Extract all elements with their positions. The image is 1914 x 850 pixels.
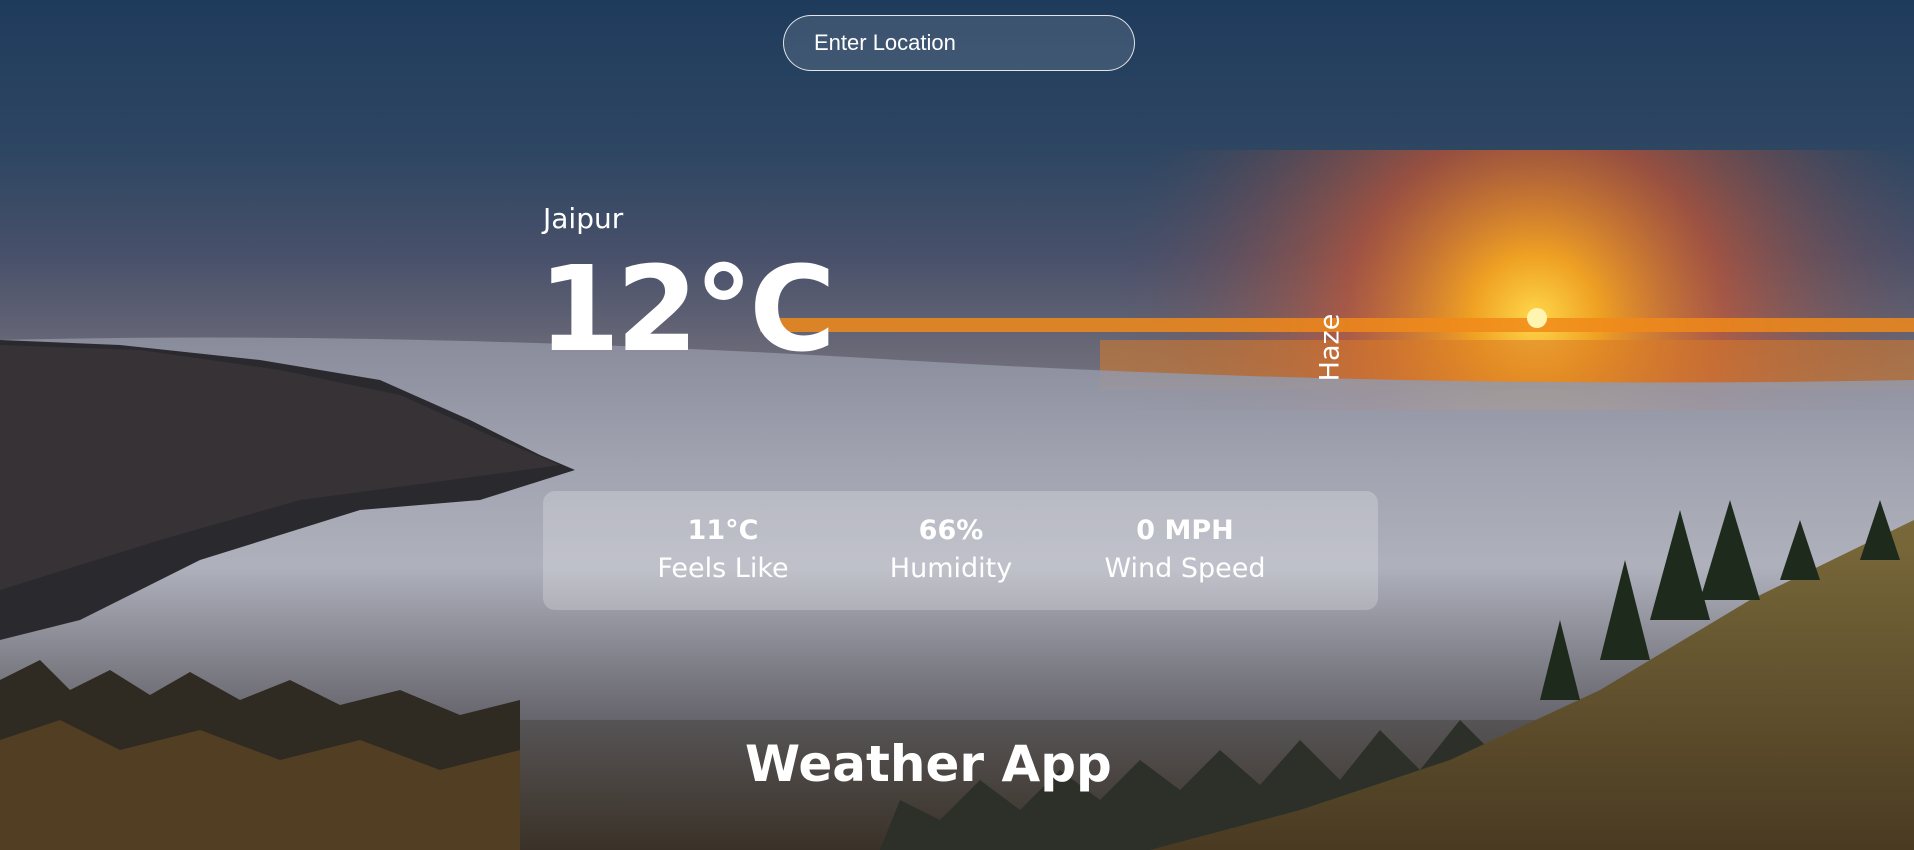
wind-speed-stat: 0 MPH Wind Speed	[1085, 513, 1285, 589]
humidity-value: 66%	[918, 515, 984, 546]
feels-like-value: 11°C	[687, 515, 759, 546]
wind-speed-value: 0 MPH	[1136, 515, 1234, 546]
weather-condition: Haze	[1314, 313, 1346, 382]
feels-like-label: Feels Like	[657, 553, 789, 584]
app-title: Weather App	[745, 735, 1112, 793]
background-landscape	[0, 0, 1914, 850]
humidity-label: Humidity	[889, 553, 1013, 584]
wind-speed-label: Wind Speed	[1104, 553, 1266, 584]
weather-stats-panel: 11°C Feels Like 66% Humidity 0 MPH Wind …	[543, 491, 1378, 610]
feels-like-stat: 11°C Feels Like	[653, 513, 793, 589]
city-name: Jaipur	[543, 202, 624, 235]
humidity-stat: 66% Humidity	[871, 513, 1031, 589]
search-input[interactable]	[783, 15, 1135, 71]
temperature-value: 12°C	[538, 240, 836, 378]
landscape-art	[0, 150, 1914, 850]
